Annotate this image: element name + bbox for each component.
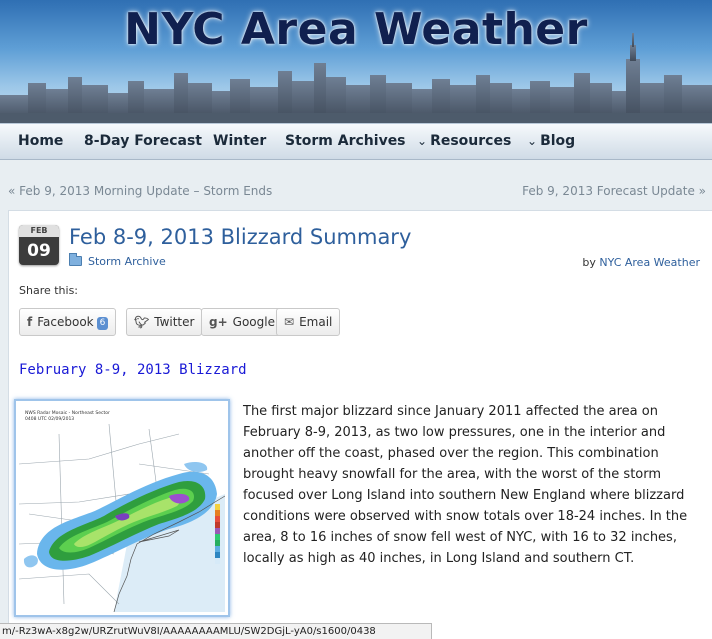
nav-item-home[interactable]: Home [18, 133, 63, 149]
nav-item-resources[interactable]: ⌄ Resources [417, 133, 511, 149]
facebook-share-button[interactable]: f Facebook 6 [19, 308, 117, 336]
radar-map: NWS Radar Mosaic - Northeast Sector 0408… [19, 404, 225, 612]
post-title[interactable]: Feb 8-9, 2013 Blizzard Summary [69, 225, 411, 249]
facebook-share-label: Facebook [37, 315, 94, 329]
post-category: Storm Archive [69, 253, 166, 268]
email-share-label: Email [299, 315, 333, 329]
date-month: FEB [19, 225, 59, 237]
date-day: 09 [27, 241, 51, 261]
date-badge: FEB 09 [19, 225, 59, 265]
facebook-icon: f [27, 315, 33, 329]
google-plus-share-button[interactable]: g+ Google [201, 308, 283, 336]
google-plus-icon: g+ [209, 315, 228, 329]
category-link[interactable]: Storm Archive [88, 255, 166, 268]
email-share-button[interactable]: ✉ Email [276, 308, 341, 336]
chevron-down-icon: ⌄ [527, 134, 538, 148]
radar-caption-line2: 0408 UTC 02/09/2013 [25, 416, 74, 422]
author-link[interactable]: NYC Area Weather [599, 256, 700, 269]
twitter-share-button[interactable]: 🐦︎ Twitter [126, 308, 203, 336]
radar-caption-line1: NWS Radar Mosaic - Northeast Sector [25, 410, 110, 416]
facebook-share-count: 6 [96, 317, 109, 330]
byline-prefix: by [582, 256, 596, 269]
next-post-link[interactable]: Feb 9, 2013 Forecast Update » [522, 184, 706, 198]
site-banner[interactable]: NYC Area Weather [0, 0, 712, 123]
status-bar-url: m/-Rz3wA-x8g2w/URZrutWuV8I/AAAAAAAAMLU/S… [0, 623, 432, 639]
nav-item-winter[interactable]: Winter [213, 133, 266, 149]
byline: by NYC Area Weather [582, 256, 700, 269]
google-plus-share-label: Google [232, 315, 275, 329]
nav-item-blog-label: Blog [540, 133, 576, 149]
section-heading: February 8-9, 2013 Blizzard [19, 362, 247, 378]
chevron-down-icon: ⌄ [417, 134, 428, 148]
post-body-text: The first major blizzard since January 2… [243, 404, 688, 566]
post-card: FEB 09 Feb 8-9, 2013 Blizzard Summary St… [8, 210, 712, 639]
nav-item-storm-archives[interactable]: Storm Archives [285, 133, 406, 149]
folder-icon [69, 253, 82, 266]
site-title[interactable]: NYC Area Weather [0, 4, 712, 55]
share-label: Share this: [19, 284, 79, 297]
twitter-icon: 🐦︎ [134, 315, 150, 329]
nav-item-resources-label: Resources [430, 133, 512, 149]
main-nav: Home 8-Day Forecast Winter Storm Archive… [0, 123, 712, 160]
radar-map-image[interactable]: NWS Radar Mosaic - Northeast Sector 0408… [14, 399, 230, 617]
nav-item-8-day-forecast[interactable]: 8-Day Forecast [84, 133, 202, 149]
previous-post-link[interactable]: « Feb 9, 2013 Morning Update – Storm End… [8, 184, 272, 198]
twitter-share-label: Twitter [154, 315, 195, 329]
nav-item-blog[interactable]: ⌄ Blog [527, 133, 575, 149]
email-icon: ✉ [284, 315, 295, 329]
